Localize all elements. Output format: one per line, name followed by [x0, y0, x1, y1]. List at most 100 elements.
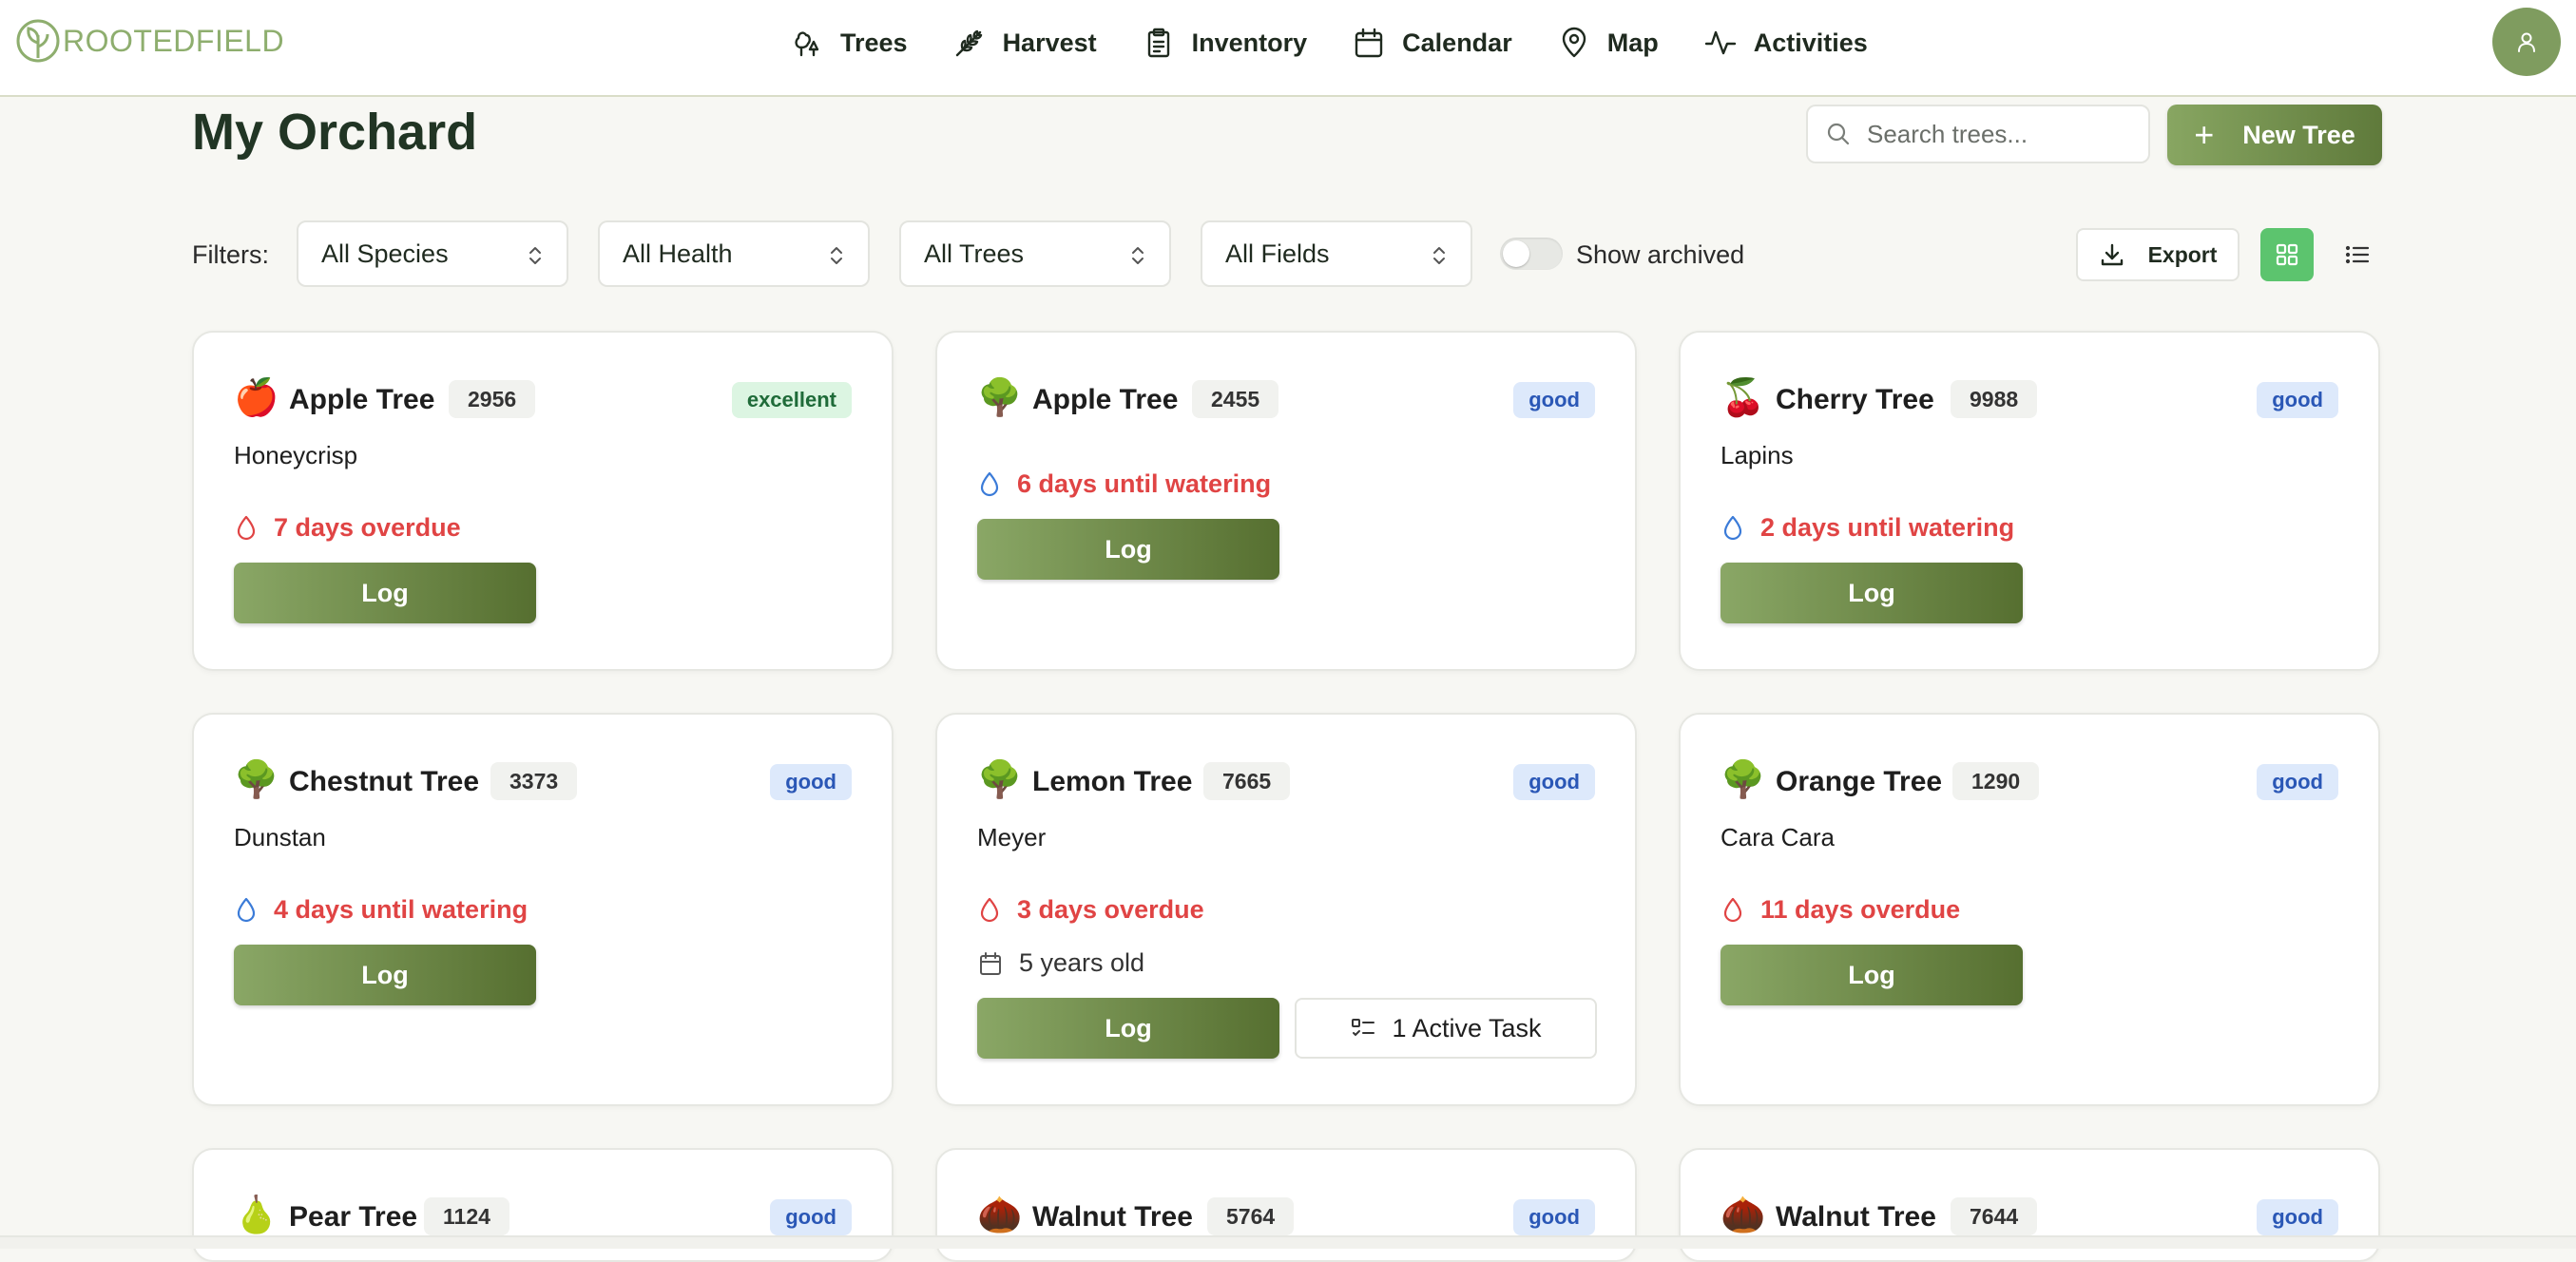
nav-item-activities[interactable]: Activities — [1704, 21, 1868, 65]
health-badge: good — [770, 1199, 852, 1235]
active-task-label: 1 Active Task — [1392, 1013, 1542, 1042]
watering-text: 4 days until watering — [274, 895, 529, 924]
health-select-value: All Health — [623, 239, 733, 268]
chevron-up-down-icon — [1433, 247, 1445, 264]
watering-text: 6 days until watering — [1017, 469, 1272, 498]
list-view-button[interactable] — [2331, 228, 2384, 281]
watering-text: 2 days until watering — [1760, 513, 2015, 542]
clipboard-icon — [1147, 28, 1169, 58]
watering-text: 11 days overdue — [1760, 895, 1961, 924]
watering-status: 6 days until watering — [977, 469, 1271, 499]
trees-icon — [795, 31, 819, 57]
watering-status: 4 days until watering — [234, 895, 528, 925]
watering-status: 3 days overdue — [977, 895, 1204, 925]
chevron-up-down-icon — [1132, 247, 1144, 264]
tree-species-icon: 🌳 — [234, 760, 279, 800]
tree-card[interactable]: 🌳 Chestnut Tree 3373 good Dunstan 4 days unti… — [192, 713, 894, 1106]
show-archived-toggle[interactable] — [1500, 238, 1563, 270]
export-button[interactable]: Export — [2076, 228, 2240, 281]
tree-card[interactable]: 🍎 Apple Tree 2956 excellent Honeycrisp 7 days… — [192, 331, 894, 671]
log-button[interactable]: Log — [1721, 945, 2023, 1005]
tree-species-icon: 🍐 — [234, 1195, 279, 1235]
nav-item-inventory[interactable]: Inventory — [1143, 21, 1308, 65]
tree-card[interactable]: 🌳 Orange Tree 1290 good Cara Cara 11 days ove… — [1679, 713, 2380, 1106]
water-drop-icon — [1723, 897, 1742, 922]
user-icon — [2518, 32, 2535, 52]
user-avatar[interactable] — [2492, 8, 2561, 76]
tree-species-icon: 🍎 — [234, 378, 279, 418]
tree-name: Orange Tree — [1776, 766, 1943, 797]
grid-view-button[interactable] — [2260, 228, 2314, 281]
health-badge: good — [2257, 382, 2338, 418]
tree-card[interactable]: 🍒 Cherry Tree 9988 good Lapins 2 days until w… — [1679, 331, 2380, 671]
logo-text: ROOTEDFIELD — [63, 23, 285, 58]
health-badge: good — [770, 764, 852, 800]
nav-item-harvest[interactable]: Harvest — [953, 21, 1097, 65]
search-box[interactable] — [1806, 105, 2150, 163]
nav-item-calendar[interactable]: Calendar — [1353, 21, 1512, 65]
tree-variety: Meyer — [977, 823, 1047, 851]
search-icon — [1827, 123, 1850, 145]
tree-name: Walnut Tree — [1776, 1201, 1936, 1233]
grid-icon — [2276, 243, 2298, 266]
chevron-up-down-icon — [831, 247, 842, 264]
tree-id-badge: 1290 — [1952, 762, 2040, 800]
water-drop-icon — [1723, 515, 1742, 540]
tree-card[interactable]: 🌳 Lemon Tree 7665 good Meyer 3 days overdue 5 … — [935, 713, 1637, 1106]
tree-variety: Dunstan — [234, 823, 326, 851]
species-select[interactable]: All Species — [297, 220, 568, 287]
tree-species-icon: 🌳 — [1721, 760, 1766, 800]
chevron-up-down-icon — [529, 247, 541, 264]
watering-status: 11 days overdue — [1721, 895, 1960, 925]
logo[interactable]: ROOTEDFIELD — [15, 17, 284, 65]
trees-select[interactable]: All Trees — [899, 220, 1171, 287]
nav-label: Trees — [840, 28, 908, 57]
tree-variety: Honeycrisp — [234, 441, 358, 469]
nav-item-map[interactable]: Map — [1558, 21, 1659, 65]
nav-label: Calendar — [1402, 28, 1512, 57]
health-badge: excellent — [731, 382, 852, 418]
tree-species-icon: 🌳 — [977, 760, 1023, 800]
toggle-knob — [1503, 240, 1529, 267]
tree-id-badge: 3373 — [490, 762, 578, 800]
log-button[interactable]: Log — [1721, 563, 2023, 623]
new-tree-button[interactable]: + New Tree — [2167, 105, 2382, 165]
tree-id-badge: 7644 — [1951, 1197, 2038, 1235]
plus-icon: + — [2194, 115, 2215, 154]
leaf-logo-icon — [16, 19, 60, 63]
map-pin-icon — [1562, 27, 1586, 58]
nav-label: Harvest — [1002, 28, 1097, 57]
log-button[interactable]: Log — [977, 519, 1279, 580]
tree-species-icon: 🌰 — [1721, 1195, 1766, 1235]
tree-species-icon: 🌳 — [977, 378, 1023, 418]
tree-name: Cherry Tree — [1776, 384, 1934, 415]
download-icon — [2101, 243, 2123, 266]
log-button[interactable]: Log — [977, 998, 1279, 1059]
health-badge: good — [2257, 764, 2338, 800]
tree-id-badge: 7665 — [1203, 762, 1291, 800]
watering-status: 7 days overdue — [234, 513, 461, 543]
species-select-value: All Species — [321, 239, 449, 268]
nav-item-trees[interactable]: Trees — [791, 21, 908, 65]
active-task-button[interactable]: 1 Active Task — [1295, 998, 1597, 1059]
wheat-icon — [955, 29, 982, 57]
water-drop-icon — [237, 515, 256, 540]
watering-text: 3 days overdue — [1017, 895, 1204, 924]
tree-name: Pear Tree — [289, 1201, 418, 1233]
fields-select[interactable]: All Fields — [1201, 220, 1472, 287]
health-badge: good — [1513, 764, 1595, 800]
tree-name: Walnut Tree — [1032, 1201, 1193, 1233]
nav-label: Inventory — [1191, 28, 1308, 57]
tree-name: Chestnut Tree — [289, 766, 480, 797]
health-select[interactable]: All Health — [598, 220, 870, 287]
log-button[interactable]: Log — [234, 563, 536, 623]
show-archived-label: Show archived — [1576, 240, 1745, 269]
tree-name: Apple Tree — [289, 384, 435, 415]
export-label: Export — [2147, 241, 2218, 267]
tree-card[interactable]: 🌳 Apple Tree 2455 good 6 days until watering… — [935, 331, 1637, 671]
calendar-icon — [1355, 28, 1383, 58]
tree-id-badge: 2956 — [449, 380, 536, 418]
log-button[interactable]: Log — [234, 945, 536, 1005]
watering-text: 7 days overdue — [274, 513, 461, 542]
search-input[interactable] — [1865, 118, 2135, 150]
